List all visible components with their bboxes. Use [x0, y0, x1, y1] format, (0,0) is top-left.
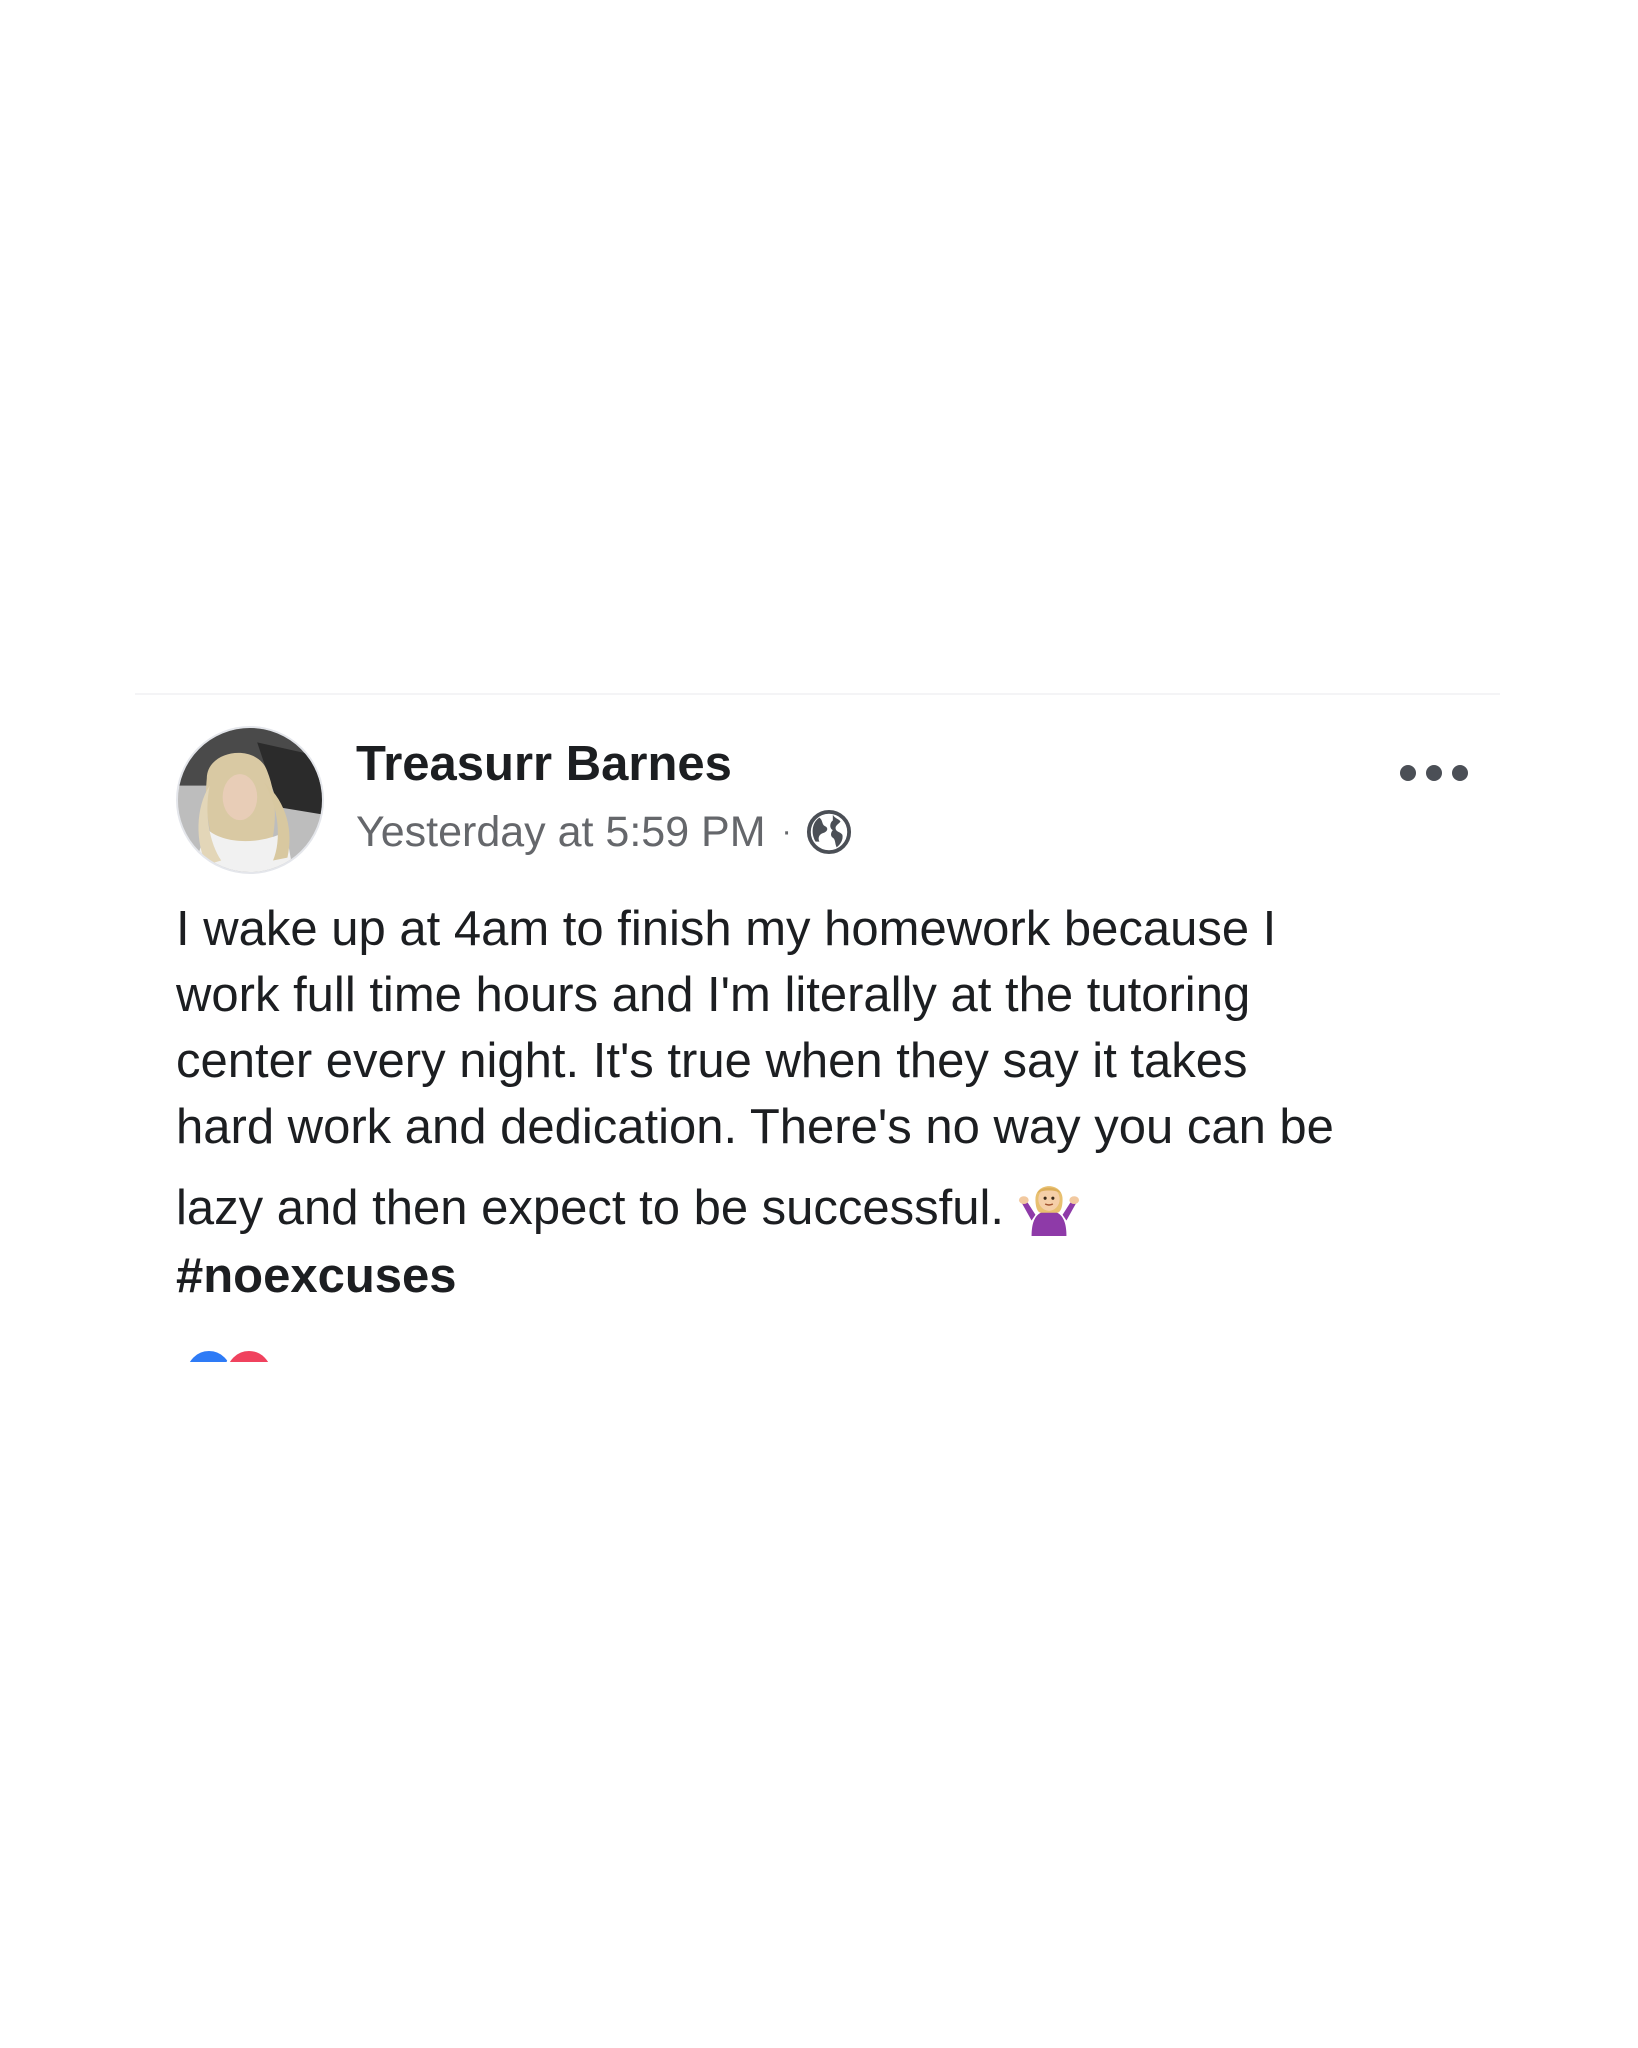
post-text-line: work full time hours and I'm literally a… — [176, 968, 1251, 1022]
globe-icon[interactable] — [806, 809, 852, 855]
meta-separator: · — [781, 815, 792, 848]
author-name[interactable]: Treasurr Barnes — [356, 736, 732, 792]
post-text-line: hard work and dedication. There's no way… — [176, 1100, 1334, 1154]
reactions-summary[interactable] — [184, 1348, 294, 1362]
more-options-icon[interactable] — [1400, 758, 1468, 788]
facebook-post: Treasurr Barnes Yesterday at 5:59 PM · I… — [0, 0, 1638, 2048]
love-reaction-icon — [224, 1348, 274, 1362]
profile-photo — [178, 728, 322, 872]
post-body: I wake up at 4am to finish my homework b… — [176, 896, 1476, 1241]
post-text-line: I wake up at 4am to finish my homework b… — [176, 902, 1277, 956]
more-dot — [1426, 765, 1442, 781]
more-dot — [1400, 765, 1416, 781]
hashtag-link[interactable]: #noexcuses — [176, 1248, 457, 1304]
author-avatar[interactable] — [176, 726, 324, 874]
post-text-line: center every night. It's true when they … — [176, 1034, 1248, 1088]
post-meta: Yesterday at 5:59 PM · — [356, 804, 852, 860]
more-dot — [1452, 765, 1468, 781]
post-text-last-line: lazy and then expect to be successful. — [176, 1174, 1476, 1241]
post-text-line: lazy and then expect to be successful. — [176, 1181, 1005, 1235]
post-timestamp[interactable]: Yesterday at 5:59 PM — [356, 808, 766, 857]
person-shrugging-emoji — [1019, 1186, 1080, 1236]
